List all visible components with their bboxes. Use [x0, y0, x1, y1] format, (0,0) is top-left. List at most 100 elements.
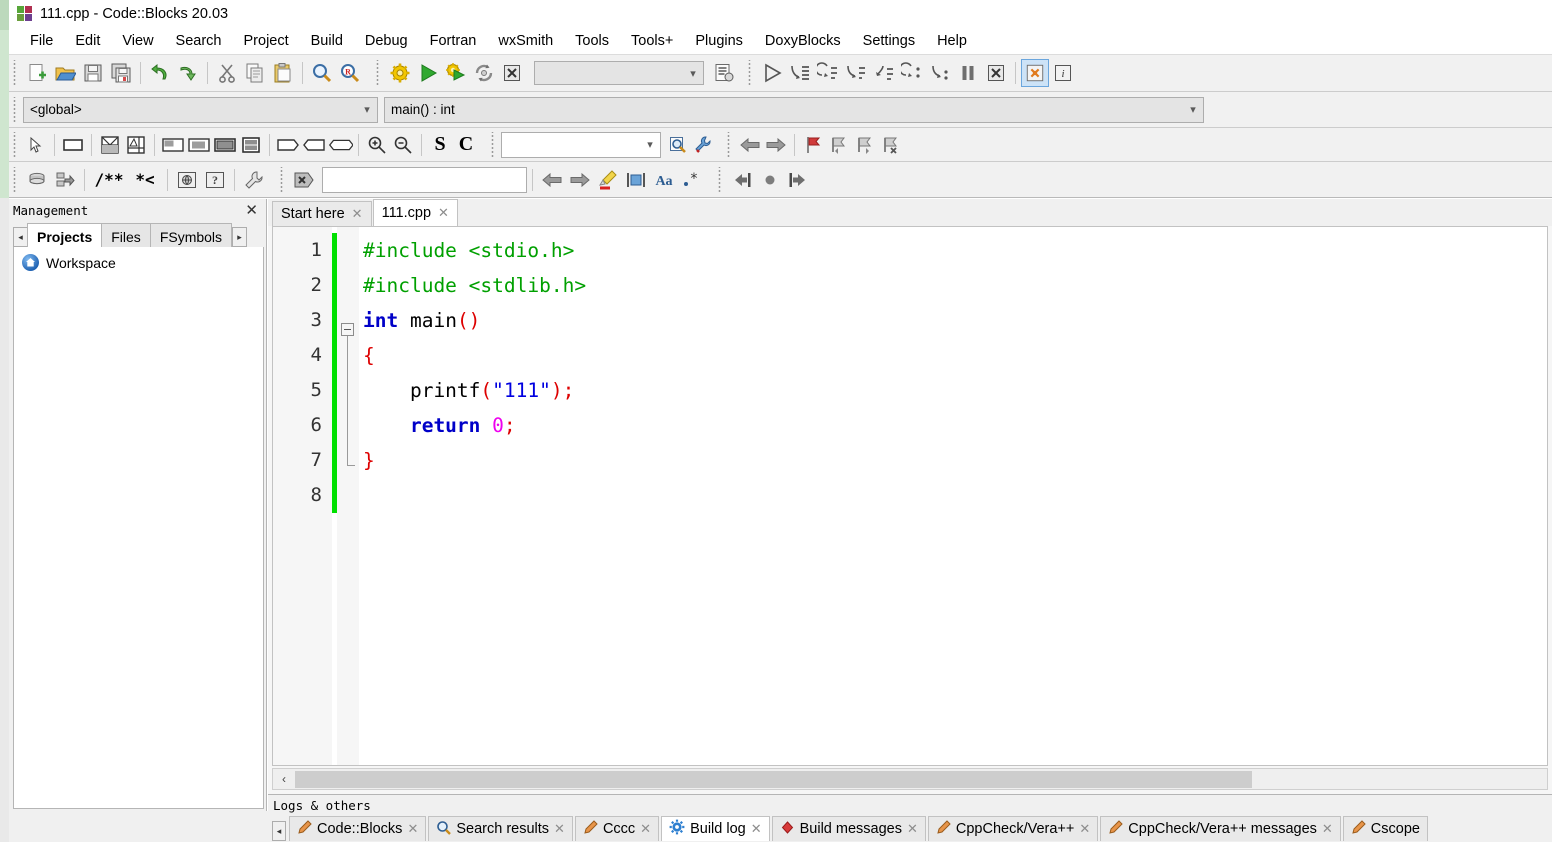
paste-icon[interactable]: [269, 59, 297, 87]
various-info-icon[interactable]: i: [1049, 59, 1077, 87]
abort-build-icon[interactable]: [498, 59, 526, 87]
doxyblocks-config-icon[interactable]: [240, 166, 268, 194]
new-file-icon[interactable]: [23, 59, 51, 87]
logs-tab-cppcheck-vera[interactable]: CppCheck/Vera++ ✕: [927, 816, 1099, 841]
run-to-cursor-icon[interactable]: [786, 59, 814, 87]
find-icon[interactable]: [308, 59, 336, 87]
panel-icon[interactable]: [60, 132, 86, 158]
logs-tab-cppcheck-vera-messages[interactable]: CppCheck/Vera++ messages ✕: [1100, 816, 1341, 841]
thread-search-input[interactable]: [322, 166, 527, 193]
stop-debugger-icon[interactable]: [982, 59, 1010, 87]
expand-right-icon[interactable]: [275, 132, 301, 158]
close-icon[interactable]: ✕: [352, 206, 363, 222]
menu-debug[interactable]: Debug: [354, 31, 419, 51]
editor-tab-111-cpp[interactable]: 111.cpp ✕: [372, 199, 458, 226]
toolbar-grip[interactable]: [11, 96, 20, 123]
redo-icon[interactable]: [174, 59, 202, 87]
whole-word-icon[interactable]: [622, 166, 650, 194]
split-custom-icon[interactable]: [123, 132, 149, 158]
tab-fsymbols[interactable]: FSymbols: [149, 223, 233, 247]
break-debugger-icon[interactable]: [954, 59, 982, 87]
rebuild-icon[interactable]: [470, 59, 498, 87]
doxyblocks-html-icon[interactable]: [173, 166, 201, 194]
scroll-left-icon[interactable]: ‹: [273, 769, 295, 789]
menu-project[interactable]: Project: [233, 31, 300, 51]
next-line-icon[interactable]: [814, 59, 842, 87]
search-back-icon[interactable]: [538, 166, 566, 194]
layout-left-icon[interactable]: [160, 132, 186, 158]
doxyblocks-extract-icon[interactable]: [51, 166, 79, 194]
open-file-icon[interactable]: [51, 59, 79, 87]
code-text-area[interactable]: #include <stdio.h> #include <stdlib.h> i…: [359, 227, 1547, 765]
menu-fortran[interactable]: Fortran: [419, 31, 488, 51]
build-and-run-icon[interactable]: [442, 59, 470, 87]
logs-tab-cccc[interactable]: Cccc ✕: [574, 816, 660, 841]
logs-tab-cscope[interactable]: Cscope: [1342, 816, 1428, 841]
menu-settings[interactable]: Settings: [852, 31, 926, 51]
code-editor[interactable]: 1 2 3 4 5 6 7 8 #include <stdio.h> #incl…: [272, 226, 1548, 766]
toolbar-grip[interactable]: [489, 131, 498, 158]
undo-icon[interactable]: [146, 59, 174, 87]
close-icon[interactable]: ✕: [907, 821, 918, 837]
toolbar-grip[interactable]: [725, 131, 734, 158]
layout-fill-icon[interactable]: [212, 132, 238, 158]
debug-continue-icon[interactable]: [758, 59, 786, 87]
expand-left-icon[interactable]: [301, 132, 327, 158]
editor-horizontal-scrollbar[interactable]: ‹: [272, 768, 1548, 790]
scope-global-combo[interactable]: <global> ▾: [23, 96, 378, 123]
close-icon[interactable]: ✕: [640, 821, 651, 837]
run-icon[interactable]: [414, 59, 442, 87]
cut-icon[interactable]: [213, 59, 241, 87]
search-preview-icon[interactable]: [665, 132, 691, 158]
close-icon[interactable]: ✕: [407, 821, 418, 837]
save-all-icon[interactable]: [107, 59, 135, 87]
tab-files[interactable]: Files: [101, 223, 151, 247]
build-icon[interactable]: [386, 59, 414, 87]
thread-search-icon[interactable]: [290, 166, 318, 194]
zoom-out-icon[interactable]: [390, 132, 416, 158]
expand-both-icon[interactable]: [327, 132, 353, 158]
tab-projects[interactable]: Projects: [27, 223, 103, 247]
toolbar-grip[interactable]: [278, 166, 287, 193]
regex-icon[interactable]: *: [678, 166, 706, 194]
doxyblocks-comment-block-label[interactable]: /**: [90, 166, 128, 194]
toolbar-grip[interactable]: [374, 60, 383, 86]
incremental-search-input[interactable]: ▾: [501, 131, 661, 158]
tree-item-workspace[interactable]: Workspace: [18, 253, 259, 272]
clear-bookmarks-icon[interactable]: [878, 132, 904, 158]
step-into-instruction-icon[interactable]: [926, 59, 954, 87]
project-tree[interactable]: Workspace: [13, 247, 264, 809]
debugging-windows-icon[interactable]: [1021, 59, 1049, 87]
wxsmith-c-button[interactable]: C: [453, 132, 479, 158]
tabs-scroll-right-icon[interactable]: ▸: [232, 227, 248, 247]
browse-forward-icon[interactable]: [784, 166, 812, 194]
search-options-icon[interactable]: [691, 132, 717, 158]
scope-function-combo[interactable]: main() : int ▾: [384, 96, 1204, 123]
logs-tab-build-log[interactable]: Build log ✕: [661, 816, 770, 841]
zoom-in-icon[interactable]: [364, 132, 390, 158]
layout-stack-icon[interactable]: [238, 132, 264, 158]
toolbar-grip[interactable]: [11, 60, 20, 86]
highlight-icon[interactable]: [594, 166, 622, 194]
doxyblocks-run-icon[interactable]: [23, 166, 51, 194]
close-icon[interactable]: ✕: [1079, 821, 1090, 837]
menu-help[interactable]: Help: [926, 31, 978, 51]
previous-bookmark-icon[interactable]: [826, 132, 852, 158]
layout-center-icon[interactable]: [186, 132, 212, 158]
logs-tab-codeblocks[interactable]: Code::Blocks ✕: [289, 816, 427, 841]
search-forward-icon[interactable]: [566, 166, 594, 194]
match-case-icon[interactable]: Aa: [650, 166, 678, 194]
logs-scroll-left-icon[interactable]: ◂: [272, 821, 286, 841]
build-target-options-icon[interactable]: [710, 59, 738, 87]
toolbar-grip[interactable]: [746, 60, 755, 86]
browse-mark-icon[interactable]: [756, 166, 784, 194]
fold-collapse-icon[interactable]: [341, 323, 354, 336]
menu-view[interactable]: View: [111, 31, 164, 51]
close-icon[interactable]: ✕: [554, 821, 565, 837]
close-icon[interactable]: ✕: [751, 821, 762, 837]
build-target-combo[interactable]: ▾: [534, 61, 704, 85]
replace-icon[interactable]: R: [336, 59, 364, 87]
doxyblocks-comment-inline-label[interactable]: *<: [128, 166, 162, 194]
fold-margin[interactable]: [337, 227, 359, 765]
copy-icon[interactable]: [241, 59, 269, 87]
